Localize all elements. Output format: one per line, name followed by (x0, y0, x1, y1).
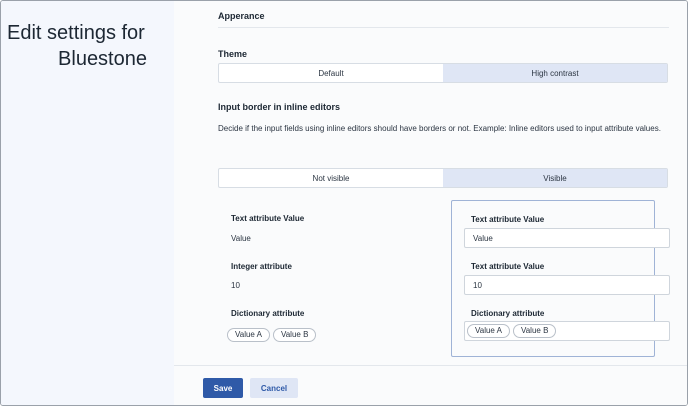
page-title-line-1: Edit settings for (7, 22, 145, 44)
plain-chip-value-a[interactable]: Value A (227, 328, 270, 342)
bordered-second-attribute-label: Text attribute Value (471, 262, 545, 271)
input-border-description: Decide if the input fields using inline … (218, 124, 661, 133)
input-border-option-visible[interactable]: Visible (443, 169, 667, 187)
footer-bar: Save Cancel (174, 365, 687, 405)
bordered-dictionary-attribute-label: Dictionary attribute (471, 309, 545, 318)
theme-option-default[interactable]: Default (219, 64, 443, 82)
plain-dictionary-attribute-label: Dictionary attribute (231, 309, 305, 318)
plain-integer-attribute-value[interactable]: 10 (231, 281, 240, 290)
theme-toggle: Default High contrast (218, 63, 668, 83)
appearance-divider (218, 27, 669, 28)
settings-window: Edit settings for Bluestone Apperance Th… (0, 0, 688, 406)
plain-chip-value-b[interactable]: Value B (272, 328, 317, 342)
plain-text-attribute-value[interactable]: Value (231, 234, 251, 243)
bordered-text-attribute-input[interactable]: Value (464, 228, 670, 248)
bordered-text-attribute-label: Text attribute Value (471, 215, 545, 224)
main-panel: Apperance Theme Default High contrast In… (174, 1, 687, 405)
input-border-label: Input border in inline editors (218, 102, 341, 112)
save-button[interactable]: Save (203, 378, 243, 398)
plain-dictionary-chips: Value A Value B (227, 324, 319, 342)
page-title: Edit settings for Bluestone (7, 20, 147, 72)
bordered-dictionary-input[interactable]: Value A Value B (464, 321, 670, 341)
page-title-line-2: Bluestone (58, 48, 147, 70)
bordered-second-attribute-input[interactable]: 10 (464, 275, 670, 295)
sidebar: Edit settings for Bluestone (1, 1, 174, 405)
bordered-preview-panel: Text attribute Value Value Text attribut… (451, 200, 670, 357)
theme-label: Theme (218, 49, 248, 59)
theme-option-high-contrast[interactable]: High contrast (443, 64, 667, 82)
plain-integer-attribute-label: Integer attribute (231, 262, 292, 271)
plain-text-attribute-label: Text attribute Value (231, 214, 305, 223)
appearance-heading: Apperance (218, 11, 265, 21)
cancel-button[interactable]: Cancel (250, 378, 298, 398)
input-border-toggle: Not visible Visible (218, 168, 668, 188)
bordered-chip-value-b[interactable]: Value B (512, 324, 557, 338)
bordered-chip-value-a[interactable]: Value A (467, 324, 510, 338)
input-border-option-not-visible[interactable]: Not visible (219, 169, 443, 187)
